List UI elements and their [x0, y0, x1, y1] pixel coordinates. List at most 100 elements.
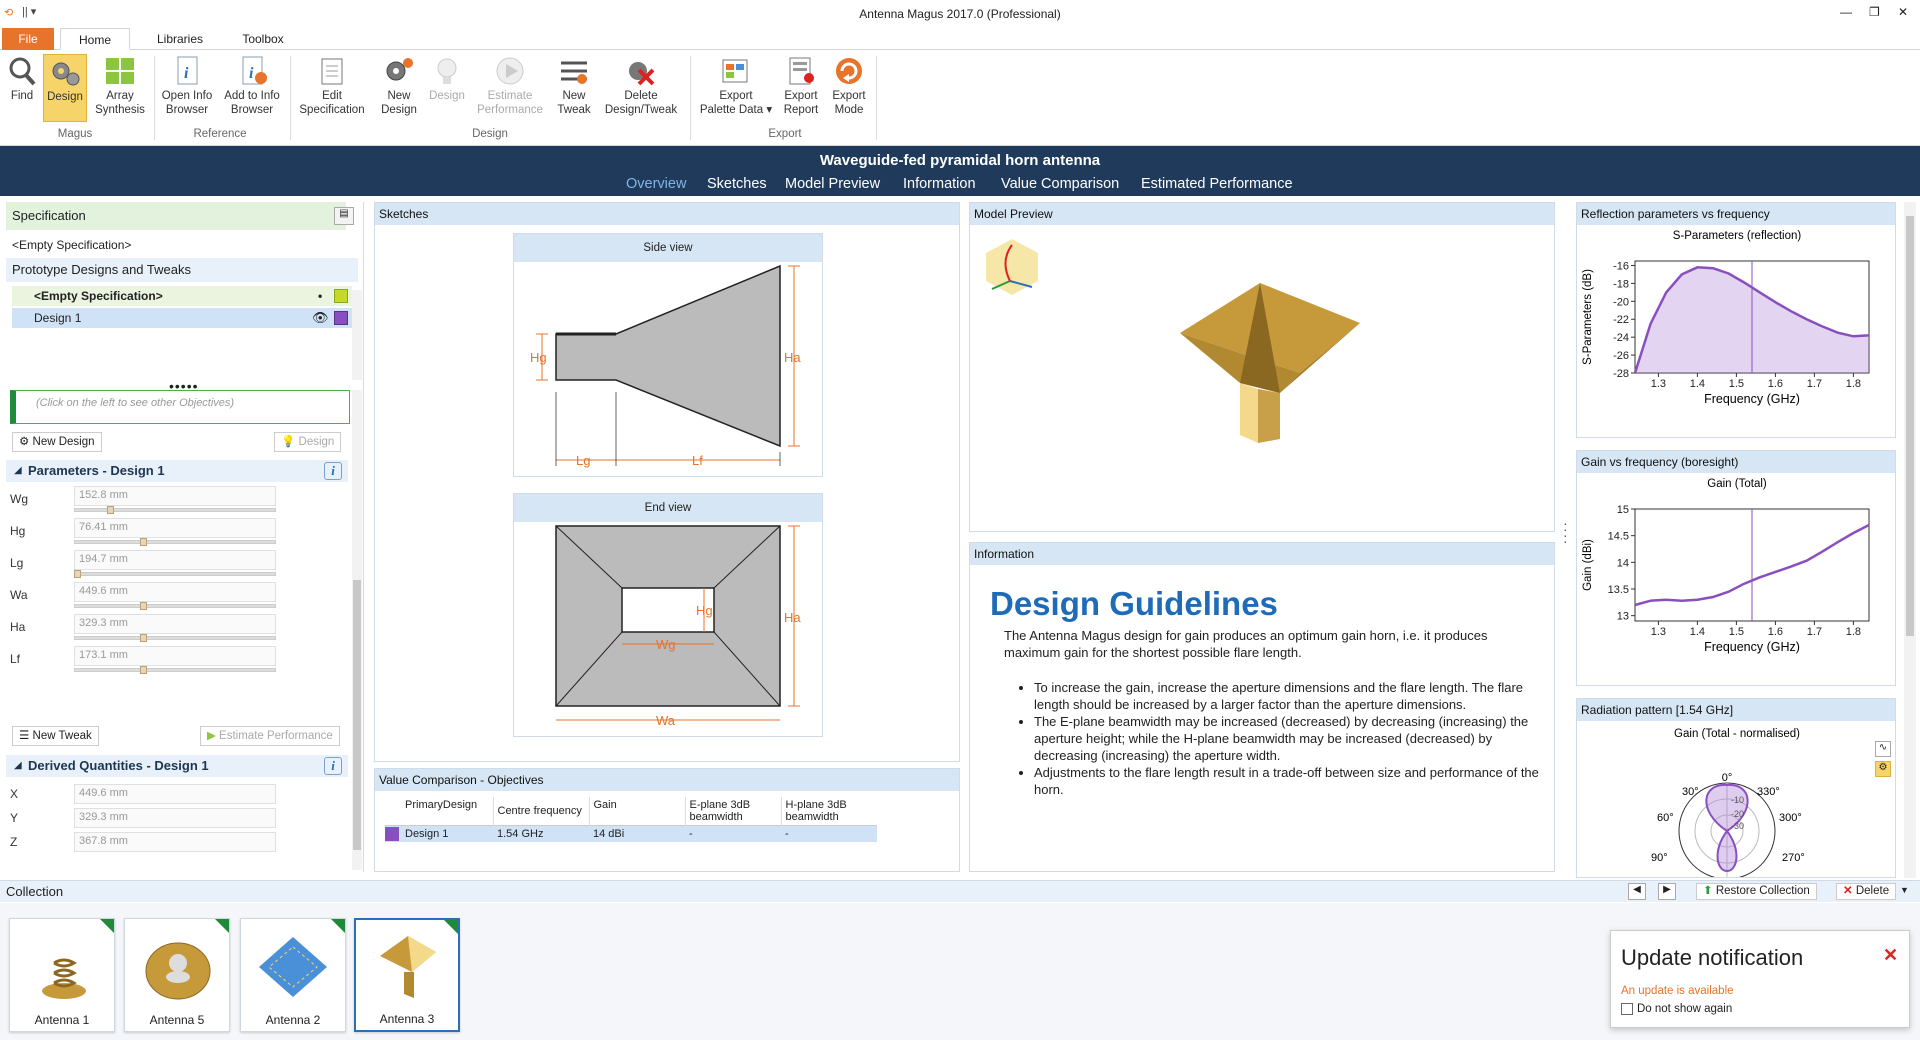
param-slider-thumb[interactable] — [140, 634, 147, 642]
param-slider-thumb[interactable] — [140, 538, 147, 546]
col-h-plane: H-plane 3dB beamwidth — [780, 797, 877, 826]
table-row[interactable]: Design 1 1.54 GHz 14 dBi - - — [385, 825, 877, 842]
add-to-info-browser-button[interactable]: i Add to Info Browser — [220, 56, 284, 117]
chart-options-icon[interactable]: ⚙ — [1875, 761, 1891, 777]
derived-info-icon[interactable]: i — [324, 757, 342, 775]
antenna-title: Waveguide-fed pyramidal horn antenna — [819, 152, 1101, 169]
param-value-lg[interactable]: 194.7 mm — [74, 550, 276, 570]
new-tweak-button[interactable]: New Tweak — [552, 56, 596, 117]
y-tick-label: -16 — [1613, 260, 1629, 272]
derived-header[interactable]: Derived Quantities - Design 1 — [6, 755, 348, 777]
new-design-small-button[interactable]: ⚙ New Design — [12, 432, 102, 452]
axis-triad-icon[interactable] — [982, 237, 1042, 297]
proto-item-design-1[interactable]: Design 1 👁 — [12, 308, 352, 328]
nav-information[interactable]: Information — [903, 176, 976, 192]
spec-edit-icon[interactable]: ▤ — [334, 207, 354, 225]
info-document-icon: i — [171, 56, 203, 86]
notification-message: An update is available — [1621, 985, 1734, 997]
param-slider-track[interactable] — [74, 668, 276, 672]
param-slider-thumb[interactable] — [140, 666, 147, 674]
chart-type-icon[interactable]: ∿ — [1875, 741, 1891, 757]
dont-show-again-checkbox[interactable]: Do not show again — [1621, 1003, 1732, 1015]
param-name-hg: Hg — [10, 524, 26, 538]
collapse-derived-icon[interactable]: ◢ — [14, 755, 22, 777]
gain-header: Gain vs frequency (boresight) — [1577, 451, 1895, 473]
nav-estimated-performance[interactable]: Estimated Performance — [1141, 176, 1293, 192]
tab-libraries[interactable]: Libraries — [145, 28, 215, 50]
collapse-params-icon[interactable]: ◢ — [14, 460, 22, 482]
delete-design-tweak-button[interactable]: Delete Design/Tweak — [600, 56, 682, 117]
design-button-disabled[interactable]: Design — [425, 56, 469, 103]
design-small-button[interactable]: 💡 Design — [274, 432, 342, 452]
notification-close-button[interactable]: ✕ — [1883, 945, 1898, 966]
minimize-button[interactable]: — — [1840, 5, 1852, 19]
param-slider-track[interactable] — [74, 508, 276, 512]
splitter-vertical-grip[interactable]: · · · · — [1563, 516, 1568, 548]
param-value-lf[interactable]: 173.1 mm — [74, 646, 276, 666]
tab-toolbox[interactable]: Toolbox — [228, 28, 298, 50]
x-tick-label: 1.6 — [1768, 626, 1783, 638]
param-value-wa[interactable]: 449.6 mm — [74, 582, 276, 602]
delete-dropdown-icon[interactable]: ▼ — [1900, 885, 1909, 895]
collection-card-antenna-1[interactable]: Antenna 1 — [9, 918, 115, 1032]
right-scrollbar[interactable] — [1904, 202, 1916, 878]
param-slider-thumb[interactable] — [107, 506, 114, 514]
param-slider-thumb[interactable] — [74, 570, 81, 578]
proto-scrollbar[interactable] — [352, 290, 362, 380]
edit-specification-button[interactable]: Edit Specification — [296, 56, 368, 117]
collection-next-button[interactable]: ▶ — [1658, 883, 1676, 900]
right-scroll-thumb[interactable] — [1906, 216, 1914, 636]
specification-header: Specification — [6, 202, 346, 230]
side-view-drawing: Hg Ha Lg Lf — [530, 264, 801, 468]
param-value-hg[interactable]: 76.41 mm — [74, 518, 276, 538]
param-value-wg[interactable]: 152.8 mm — [74, 486, 276, 506]
nav-overview[interactable]: Overview — [626, 176, 686, 192]
proto-item-empty-spec[interactable]: <Empty Specification> • — [12, 286, 352, 306]
collection-prev-button[interactable]: ◀ — [1628, 883, 1646, 900]
open-info-browser-button[interactable]: i Open Info Browser — [158, 56, 216, 117]
estimate-performance-button[interactable]: Estimate Performance — [472, 56, 548, 117]
param-slider-track[interactable] — [74, 636, 276, 640]
left-scrollbar[interactable] — [352, 390, 362, 870]
derived-name-z: Z — [10, 835, 18, 849]
restore-collection-button[interactable]: ⬆ Restore Collection — [1696, 883, 1817, 900]
radial-30: -30 — [1731, 821, 1744, 831]
params-info-icon[interactable]: i — [324, 462, 342, 480]
param-slider-track[interactable] — [74, 540, 276, 544]
param-slider-thumb[interactable] — [140, 602, 147, 610]
param-value-ha[interactable]: 329.3 mm — [74, 614, 276, 634]
collection-card-antenna-2[interactable]: Antenna 2 — [240, 918, 346, 1032]
eye-icon[interactable]: 👁 — [312, 308, 329, 328]
left-scroll-thumb[interactable] — [353, 580, 361, 850]
tab-home[interactable]: Home — [60, 28, 130, 50]
parameters-header[interactable]: Parameters - Design 1 — [6, 460, 348, 482]
estimate-performance-small-button[interactable]: ▶ Estimate Performance — [200, 726, 340, 746]
delete-red-x-icon: ✕ — [1843, 885, 1856, 897]
export-mode-button[interactable]: Export Mode — [826, 56, 872, 117]
nav-model-preview[interactable]: Model Preview — [785, 176, 880, 192]
collection-card-antenna-5[interactable]: Antenna 5 — [124, 918, 230, 1032]
nav-value-comparison[interactable]: Value Comparison — [1001, 176, 1119, 192]
param-slider-track[interactable] — [74, 572, 276, 576]
objectives-box[interactable]: (Click on the left to see other Objectiv… — [10, 390, 350, 424]
card-label: Antenna 5 — [149, 1013, 205, 1027]
close-button[interactable]: ✕ — [1898, 5, 1908, 19]
collection-card-antenna-3[interactable]: Antenna 3 — [354, 918, 460, 1032]
delete-collection-button[interactable]: ✕ Delete — [1836, 883, 1897, 900]
new-design-button[interactable]: New Design — [375, 56, 423, 117]
horn-3d-model[interactable] — [1160, 263, 1380, 453]
delete-x-icon — [625, 56, 657, 86]
tab-file[interactable]: File — [2, 28, 54, 50]
export-report-button[interactable]: Export Report — [778, 56, 824, 117]
restore-button[interactable]: ❐ — [1869, 5, 1880, 19]
export-palette-data-button[interactable]: Export Palette Data ▾ — [696, 56, 776, 117]
design-mode-button[interactable]: Design — [43, 54, 87, 122]
checkbox-box[interactable] — [1621, 1003, 1633, 1015]
cell-design: Design 1 — [405, 828, 449, 840]
new-tweak-small-button[interactable]: ☰ New Tweak — [12, 726, 99, 746]
nav-sketches[interactable]: Sketches — [707, 176, 767, 192]
find-button[interactable]: Find — [4, 56, 40, 103]
end-view-box: End view Hg Ha Wg Wa — [513, 493, 823, 737]
param-slider-track[interactable] — [74, 604, 276, 608]
array-synthesis-button[interactable]: Array Synthesis — [92, 56, 148, 117]
